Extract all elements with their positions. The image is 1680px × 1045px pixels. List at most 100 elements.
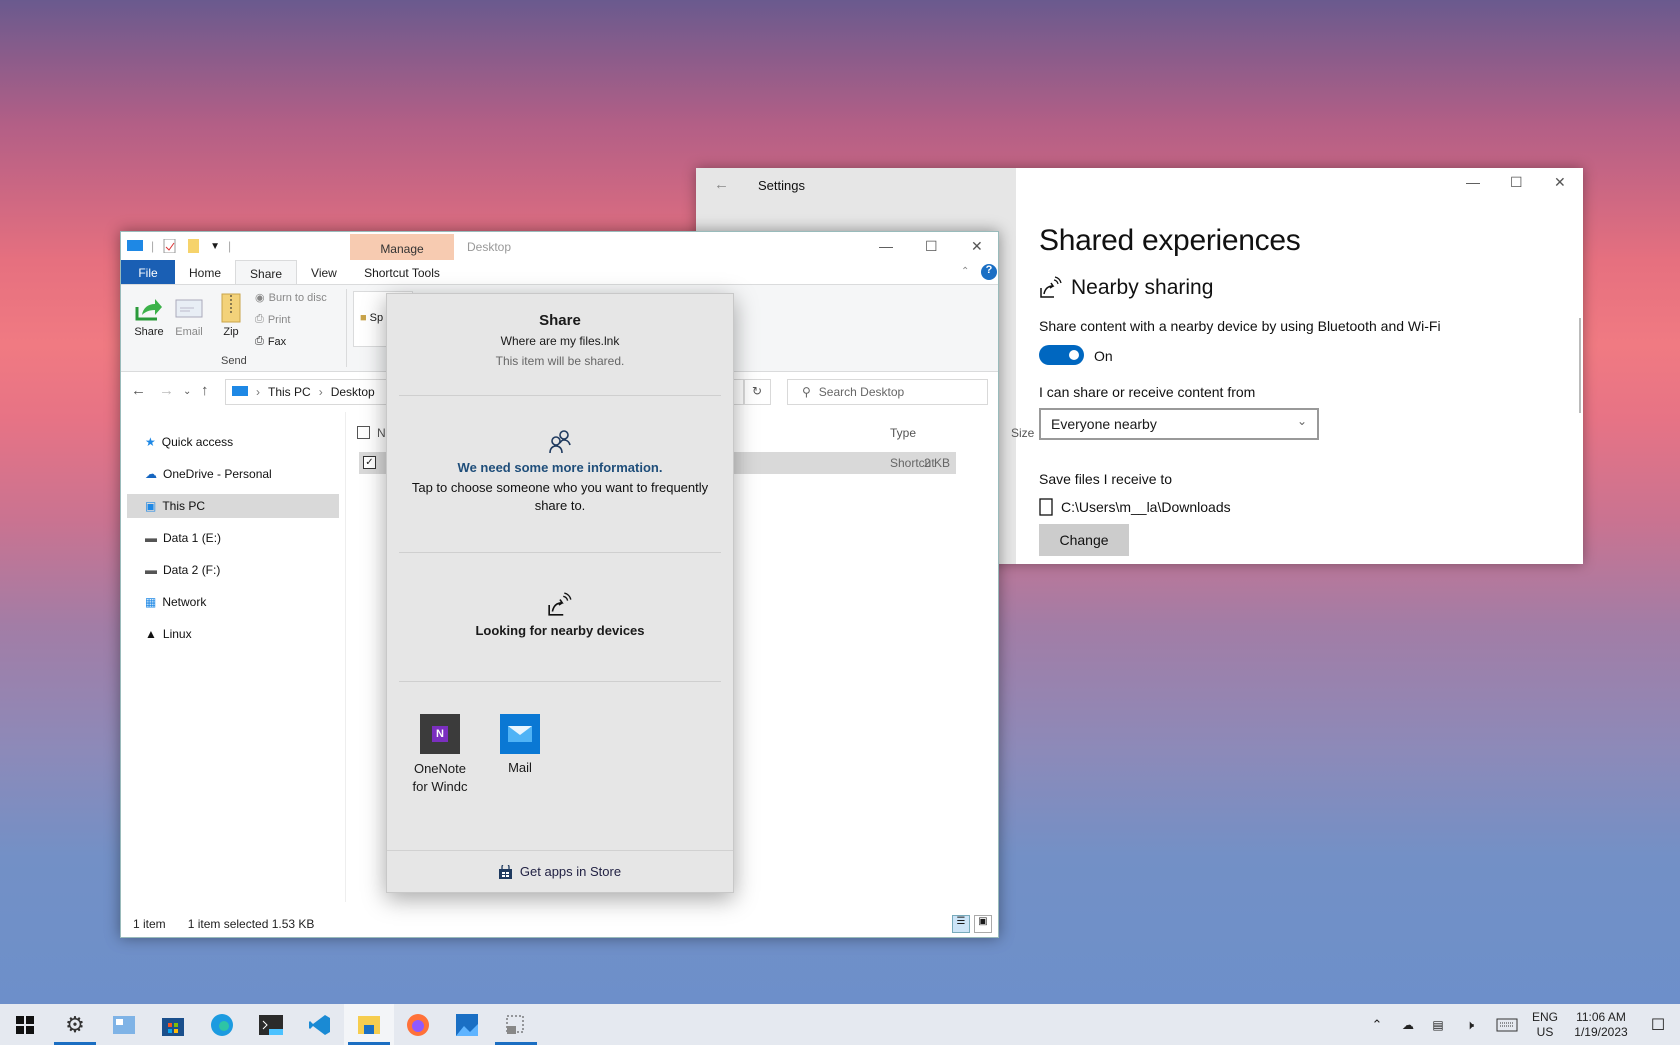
maximize-button[interactable]: ☐ (1510, 174, 1523, 191)
nearby-label: Looking for nearby devices (475, 623, 645, 638)
print-button[interactable]: ⎙ Print (255, 313, 290, 326)
nav-item-network[interactable]: ▦ Network (127, 590, 339, 614)
tab-view[interactable]: View (297, 260, 351, 284)
nav-item-onedrive[interactable]: ☁ OneDrive - Personal (127, 462, 339, 486)
email-icon (175, 299, 203, 318)
share-from-dropdown[interactable]: Everyone nearby ⌄ (1039, 408, 1319, 440)
tab-share[interactable]: Share (235, 260, 298, 284)
toggle-state-label: On (1094, 348, 1113, 364)
scrollbar[interactable] (1579, 318, 1581, 413)
collapse-ribbon-icon[interactable]: ⌃ (961, 266, 969, 277)
nav-item-data2[interactable]: ▬ Data 2 (F:) (127, 558, 339, 582)
breadcrumb-this-pc[interactable]: This PC (268, 385, 311, 399)
tab-shortcut-tools[interactable]: Shortcut Tools (350, 260, 454, 284)
nearby-sharing-toggle[interactable] (1039, 345, 1084, 365)
app-onenote[interactable]: N OneNote for Windc (405, 714, 475, 796)
taskbar-control-panel[interactable] (99, 1004, 149, 1045)
app-mail[interactable]: Mail (485, 714, 555, 775)
column-size[interactable]: Size (1011, 426, 1034, 440)
taskbar-firefox[interactable] (393, 1004, 443, 1045)
cloud-icon: ☁ (145, 467, 157, 481)
nav-label: Data 1 (E:) (163, 531, 222, 545)
close-button[interactable]: ✕ (971, 238, 983, 255)
share-button[interactable]: Share (131, 293, 167, 338)
save-files-label: Save files I receive to (1039, 471, 1173, 487)
nav-label: Network (162, 595, 207, 609)
nav-item-linux[interactable]: ▲ Linux (127, 622, 339, 646)
column-type[interactable]: Type (890, 426, 916, 440)
customize-qat-icon[interactable]: ▼ (210, 241, 220, 252)
taskbar-photos[interactable] (442, 1004, 492, 1045)
taskbar-snipping-tool[interactable] (491, 1004, 541, 1045)
maximize-button[interactable]: ☐ (925, 238, 938, 255)
nav-label: OneDrive - Personal (163, 467, 272, 481)
folder-icon (358, 1015, 380, 1034)
burn-to-disc-button[interactable]: ◉ Burn to disc (255, 291, 327, 305)
action-center-icon[interactable]: ☐ (1640, 1004, 1676, 1045)
back-arrow-icon[interactable]: ← (131, 382, 146, 399)
properties-icon[interactable] (162, 239, 178, 253)
close-button[interactable]: ✕ (1554, 174, 1566, 191)
disc-icon: ◉ (255, 292, 265, 304)
get-apps-in-store-link[interactable]: Get apps in Store (387, 850, 733, 892)
onedrive-icon[interactable]: ☁ (1394, 1004, 1422, 1045)
share-icon (135, 299, 162, 321)
help-icon[interactable]: ? (981, 264, 997, 280)
email-button[interactable]: Email (171, 293, 207, 338)
terminal-icon (259, 1014, 283, 1035)
contextual-tab-group: Manage (350, 234, 454, 260)
nav-label: This PC (162, 499, 206, 513)
clock[interactable]: 11:06 AM 1/19/2023 (1564, 1004, 1638, 1045)
details-view-button[interactable]: ☰ (952, 915, 970, 933)
taskbar-settings[interactable]: ⚙ (50, 1004, 100, 1045)
nav-item-data1[interactable]: ▬ Data 1 (E:) (127, 526, 339, 550)
ribbon-group-send: Send (221, 355, 247, 367)
view-buttons: ☰ ▣ (952, 915, 992, 933)
change-button[interactable]: Change (1039, 524, 1129, 556)
info-body: Tap to choose someone who you want to fr… (411, 480, 709, 513)
onenote-icon: N (420, 714, 460, 754)
taskbar-edge[interactable] (197, 1004, 247, 1045)
back-arrow-icon[interactable]: ← (714, 176, 729, 193)
ribbon-separator (346, 289, 347, 367)
printer-icon: ⎙ (255, 313, 264, 325)
drive-icon: ▬ (145, 563, 157, 577)
select-all-checkbox[interactable] (357, 426, 370, 439)
share-from-value: Everyone nearby (1051, 416, 1157, 432)
nav-item-this-pc[interactable]: ▣ This PC (127, 494, 339, 518)
keyboard-icon (1496, 1018, 1518, 1031)
page-title: Shared experiences (1039, 224, 1301, 257)
column-name[interactable]: N (377, 426, 386, 440)
tab-home[interactable]: Home (175, 260, 235, 284)
minimize-button[interactable]: — (1466, 174, 1480, 190)
taskbar-store[interactable] (148, 1004, 198, 1045)
up-arrow-icon[interactable]: ↑ (201, 382, 209, 399)
taskbar-file-explorer[interactable] (344, 1004, 394, 1045)
network-icon[interactable]: ▤ (1424, 1004, 1452, 1045)
tab-file[interactable]: File (121, 260, 175, 284)
language-indicator[interactable]: ENG US (1528, 1004, 1562, 1045)
zip-button[interactable]: Zip (213, 293, 249, 338)
search-input[interactable]: ⚲ Search Desktop (787, 379, 988, 405)
large-icons-view-button[interactable]: ▣ (974, 915, 992, 933)
show-hidden-icons-button[interactable]: ⌃ (1364, 1004, 1390, 1045)
breadcrumb-desktop[interactable]: Desktop (331, 385, 375, 399)
fax-button[interactable]: ⎙ Fax (255, 335, 286, 348)
row-checkbox[interactable]: ✓ (363, 456, 376, 469)
forward-arrow-icon[interactable]: → (159, 382, 174, 399)
refresh-button[interactable]: ↻ (743, 379, 771, 405)
taskbar-terminal[interactable] (246, 1004, 296, 1045)
contacts-section[interactable]: We need some more information. Tap to ch… (387, 429, 733, 515)
email-label: Email (175, 326, 203, 338)
minimize-button[interactable]: — (879, 238, 893, 254)
recent-locations-icon[interactable]: ⌄ (183, 386, 191, 397)
touch-keyboard-icon[interactable] (1490, 1004, 1524, 1045)
nav-item-quick-access[interactable]: ★ Quick access (127, 430, 339, 454)
windows-logo-icon (16, 1015, 34, 1034)
start-button[interactable] (0, 1004, 50, 1045)
fax-label: Fax (267, 335, 287, 348)
zip-icon (221, 293, 241, 323)
volume-icon[interactable]: 🕨 (1456, 1004, 1484, 1045)
taskbar-vscode[interactable] (295, 1004, 345, 1045)
new-folder-icon[interactable] (186, 239, 202, 253)
